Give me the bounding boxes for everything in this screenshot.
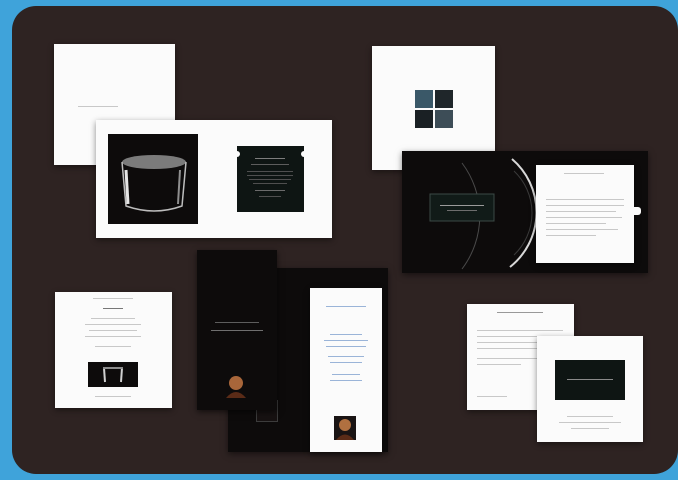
folder-letter xyxy=(536,165,634,263)
ticket-text-block xyxy=(234,151,307,197)
letter-card-panel xyxy=(555,360,625,400)
grid-photo-2 xyxy=(435,90,453,108)
ticket-card xyxy=(234,146,307,212)
letter2-sign-rule xyxy=(477,396,507,397)
booklet-title-rule xyxy=(215,322,259,323)
letter-line-2 xyxy=(546,205,624,206)
inner-portrait-icon xyxy=(336,419,354,440)
panel-title-rule xyxy=(567,379,613,380)
booklet-inner-page xyxy=(310,288,382,452)
letter-line-5 xyxy=(546,223,606,224)
letter2-head-rule xyxy=(497,312,543,313)
stationery-board: ——————— xyxy=(12,6,678,474)
letter2-line-5 xyxy=(477,358,537,359)
inner-line-7 xyxy=(330,380,362,381)
inner-line-6 xyxy=(332,374,360,375)
card-foot-rule-1 xyxy=(567,416,613,417)
grid-photo-1 xyxy=(415,90,433,108)
letter-line-7 xyxy=(546,235,596,236)
letter-card xyxy=(537,336,643,442)
invite-foot-rule xyxy=(95,396,131,397)
portrait-icon xyxy=(226,376,246,398)
inner-line-4 xyxy=(328,356,364,357)
folder-tab xyxy=(634,207,641,215)
letter-line-4 xyxy=(546,217,622,218)
inner-head-rule xyxy=(326,306,366,307)
grid-photo-3 xyxy=(415,110,433,128)
invite-stool-photo xyxy=(88,362,138,387)
letter2-line-1 xyxy=(477,330,563,331)
invite-line-4 xyxy=(85,336,141,337)
mini-stool-icon xyxy=(103,367,123,383)
card-foot-rule-3 xyxy=(571,428,609,429)
invite-head-rule xyxy=(93,298,133,299)
stool-photo xyxy=(108,134,198,224)
card-foot-rule-2 xyxy=(559,422,621,423)
invite-title-rule xyxy=(103,308,123,309)
stool-icon xyxy=(121,155,187,212)
inner-line-3 xyxy=(326,346,366,347)
invite-line-3 xyxy=(89,330,137,331)
grid-photo-4 xyxy=(435,110,453,128)
invitation-card xyxy=(55,292,172,408)
inner-portrait xyxy=(334,416,356,440)
disc-letter-folder xyxy=(402,151,648,273)
invite-line-2 xyxy=(85,324,141,325)
letter-line-3 xyxy=(546,211,616,212)
inner-line-1 xyxy=(330,334,362,335)
letter-head-rule xyxy=(564,173,604,174)
letter-line-1 xyxy=(546,199,624,200)
tall-booklet xyxy=(197,250,277,410)
inner-line-2 xyxy=(324,340,368,341)
card-title-rule xyxy=(78,106,118,107)
invite-line-5 xyxy=(95,346,131,347)
inner-line-5 xyxy=(330,362,362,363)
letter2-line-6 xyxy=(477,364,521,365)
letter-line-6 xyxy=(546,229,618,230)
photo-grid xyxy=(415,90,453,128)
invite-line-1 xyxy=(91,318,135,319)
booklet-subtitle-rule xyxy=(211,330,263,331)
stool-photo-folder xyxy=(96,120,332,238)
